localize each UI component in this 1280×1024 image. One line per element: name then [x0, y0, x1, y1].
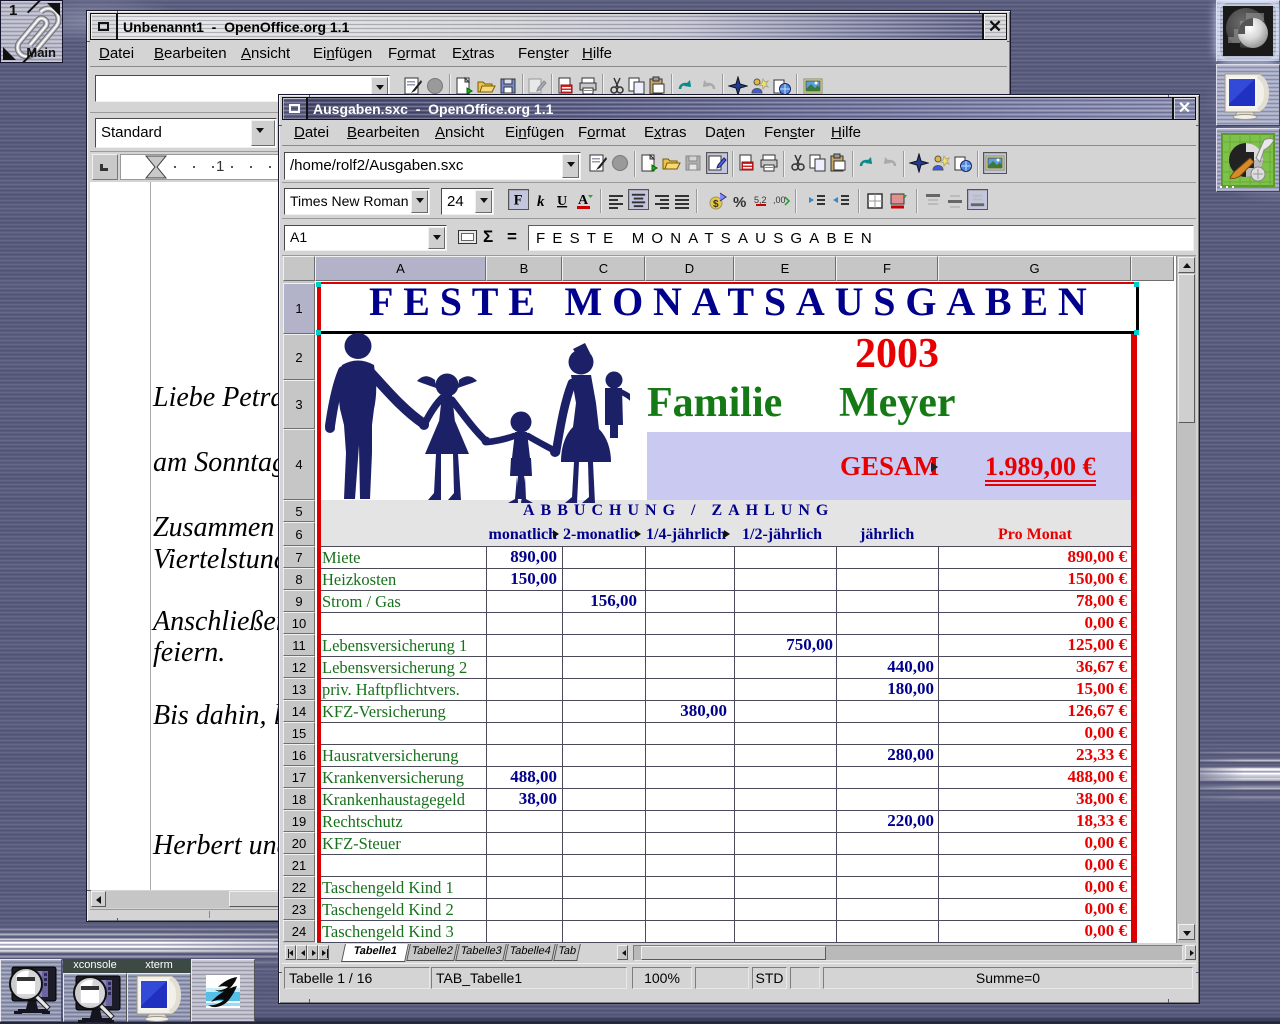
svg-text:U: U	[557, 194, 567, 209]
svg-text:$: $	[713, 199, 719, 210]
svg-text:k: k	[537, 194, 545, 210]
svg-text:5,2: 5,2	[754, 195, 767, 205]
svg-text:%: %	[733, 194, 746, 211]
svg-text:A: A	[578, 193, 589, 208]
svg-text:F: F	[514, 192, 523, 208]
svg-text:,00: ,00	[773, 195, 786, 205]
